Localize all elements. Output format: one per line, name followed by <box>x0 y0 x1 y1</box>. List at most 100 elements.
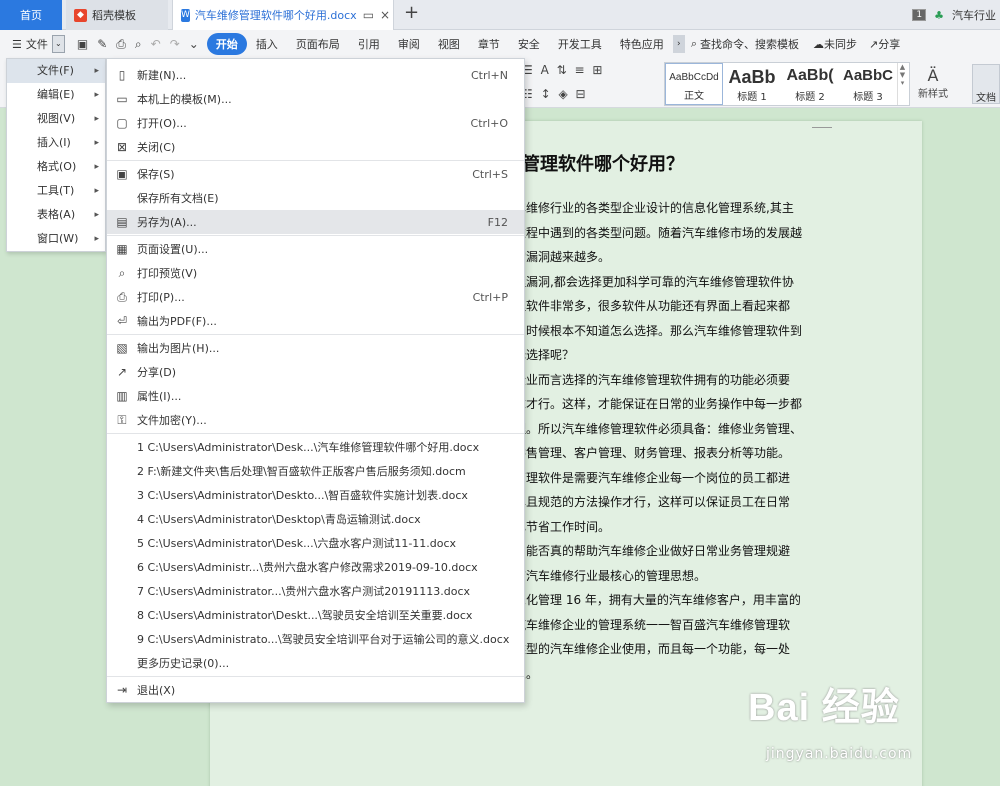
menu-item-shortcut: Ctrl+O <box>470 116 508 130</box>
file-menu-item[interactable]: ▤ 另存为(A)... F12 <box>107 210 524 234</box>
menu-item-label: 文件加密(Y)... <box>137 414 207 427</box>
recent-file-item[interactable]: 9 C:\Users\Administrato...\驾驶员安全培训平台对于运输… <box>107 627 524 651</box>
line-spacing-icon[interactable]: ↕ <box>541 87 553 101</box>
add-tab-button[interactable]: + <box>404 2 419 23</box>
document-line: 单且规范的方法操作才行，这样可以保证员工在日常 <box>514 495 791 509</box>
print-icon[interactable]: ⎙ <box>116 37 126 52</box>
menu-item-shortcut: Ctrl+P <box>472 290 508 304</box>
document-line: ，能否真的帮助汽车维修企业做好日常业务管理规避 <box>514 544 791 558</box>
recent-file-item[interactable]: 6 C:\Users\Administr...\贵州六盘水客户修改需求2019-… <box>107 555 524 579</box>
tab-insert[interactable]: 插入 <box>247 36 287 52</box>
print-preview-icon[interactable]: ⌕ <box>135 37 142 52</box>
window-count-badge[interactable]: 1 <box>912 9 927 21</box>
redo-icon[interactable]: ↷ <box>170 37 180 52</box>
recent-file-item[interactable]: 1 C:\Users\Administrator\Desk...\汽车维修管理软… <box>107 435 524 459</box>
table-border-icon[interactable]: ⊟ <box>576 87 588 101</box>
file-menu-item[interactable]: ⌕ 打印预览(V) <box>107 261 524 285</box>
save-icon[interactable]: ▣ <box>77 37 88 52</box>
document-line: 择选择呢？ <box>514 348 575 362</box>
style-sample: AaBbCcDd <box>669 72 719 83</box>
menu-item-label: 3 C:\Users\Administrator\Deskto...\智百盛软件… <box>137 489 468 502</box>
document-line: 企业而言选择的汽车维修管理软件拥有的功能必须要 <box>514 372 791 387</box>
border-icon[interactable]: ⊞ <box>592 63 604 77</box>
left-menu-item[interactable]: 工具(T) <box>7 179 105 203</box>
style-gallery: AaBbCcDd 正文 AaBb 标题 1 AaBb( 标题 2 AaBbC 标… <box>664 62 910 106</box>
file-menu-item[interactable]: ⚿ 文件加密(Y)... <box>107 408 524 432</box>
format-painter-icon[interactable]: ✎ <box>97 37 107 52</box>
recent-file-item[interactable]: 3 C:\Users\Administrator\Deskto...\智百盛软件… <box>107 483 524 507</box>
tab-sections[interactable]: 章节 <box>469 36 509 52</box>
style-heading-3[interactable]: AaBbC 标题 3 <box>839 63 897 105</box>
file-menu-item[interactable]: ▦ 页面设置(U)... <box>107 237 524 261</box>
recent-file-item[interactable]: 5 C:\Users\Administrator\Desk...\六盘水客户测试… <box>107 531 524 555</box>
style-label: 标题 2 <box>795 92 825 103</box>
style-heading-1[interactable]: AaBb 标题 1 <box>723 63 781 105</box>
more-icon[interactable]: ⌄ <box>189 37 199 52</box>
file-menu-item[interactable]: ▧ 输出为图片(H)... <box>107 336 524 360</box>
tab-developer[interactable]: 开发工具 <box>549 36 611 52</box>
menu-item-label: 输出为图片(H)... <box>137 342 220 355</box>
list-icon[interactable]: ≡ <box>575 63 587 77</box>
left-menu-item[interactable]: 编辑(E) <box>7 83 105 107</box>
chevron-down-icon[interactable]: ⌄ <box>51 35 65 53</box>
file-menu-item[interactable]: 保存所有文档(E) <box>107 186 524 210</box>
recent-file-item[interactable]: 4 C:\Users\Administrator\Desktop\青岛运输测试.… <box>107 507 524 531</box>
file-menu-item[interactable]: ▭ 本机上的模板(M)... <box>107 87 524 111</box>
undo-icon[interactable]: ↶ <box>151 37 161 52</box>
recent-file-item[interactable]: 8 C:\Users\Administrator\Deskt...\驾驶员安全培… <box>107 603 524 627</box>
tab-security[interactable]: 安全 <box>509 36 549 52</box>
tab-home[interactable]: 首页 <box>0 0 62 30</box>
user-icon[interactable]: ♣ <box>934 9 944 22</box>
doc-mode-button[interactable]: 文档 <box>972 64 1000 104</box>
left-menu-item[interactable]: 文件(F) <box>7 59 105 83</box>
share-button[interactable]: ↗分享 <box>869 36 900 52</box>
exit-menu-item[interactable]: ⇥ 退出(X) <box>107 678 524 702</box>
file-menu-item[interactable]: ▢ 打开(O)... Ctrl+O <box>107 111 524 135</box>
recent-file-item[interactable]: 2 F:\新建文件夹\售后处理\智百盛软件正版客户售后服务须知.docm <box>107 459 524 483</box>
tab-features[interactable]: 特色应用 <box>611 36 673 52</box>
account-label[interactable]: 汽车行业 <box>952 7 996 23</box>
tab-view[interactable]: 视图 <box>429 36 469 52</box>
left-menu-item[interactable]: 插入(I) <box>7 131 105 155</box>
text-effect-icon[interactable]: A <box>541 63 551 77</box>
style-normal[interactable]: AaBbCcDd 正文 <box>665 63 723 105</box>
menu-item-label: 打印(P)... <box>137 291 185 304</box>
screen-icon[interactable]: ▭ <box>363 8 374 22</box>
share-icon: ↗ <box>116 365 128 379</box>
left-menu-item[interactable]: 窗口(W) <box>7 227 105 251</box>
style-heading-2[interactable]: AaBb( 标题 2 <box>781 63 839 105</box>
tab-start[interactable]: 开始 <box>206 33 247 55</box>
left-menu-item[interactable]: 表格(A) <box>7 203 105 227</box>
sort-icon[interactable]: ⇅ <box>557 63 569 77</box>
shading-icon[interactable]: ◈ <box>558 87 569 101</box>
chevron-right-icon[interactable]: › <box>672 35 685 53</box>
search-icon: ⌕ <box>690 37 697 50</box>
tab-document-label: 汽车维修管理软件哪个好用.docx <box>194 9 357 22</box>
style-gallery-scroll[interactable]: ▲ ▼ ▾ <box>897 63 907 105</box>
menu-item-shortcut: Ctrl+S <box>472 167 508 181</box>
file-menu-item[interactable]: ▥ 属性(I)... <box>107 384 524 408</box>
sync-button[interactable]: ☁未同步 <box>813 36 857 52</box>
tab-template[interactable]: ◆ 稻壳模板 <box>66 0 168 30</box>
left-menu-item[interactable]: 视图(V) <box>7 107 105 131</box>
file-menu-item[interactable]: ⊠ 关闭(C) <box>107 135 524 159</box>
tab-page-layout[interactable]: 页面布局 <box>287 36 349 52</box>
command-search[interactable]: ⌕ 查找命令、搜索模板 <box>691 36 813 52</box>
menu-item-label: 属性(I)... <box>137 390 182 403</box>
file-menu-item[interactable]: ⏎ 输出为PDF(F)... <box>107 309 524 333</box>
more-history-item[interactable]: 更多历史记录(0)... <box>107 651 524 675</box>
file-menu-item[interactable]: ▣ 保存(S) Ctrl+S <box>107 162 524 186</box>
left-menu-item[interactable]: 格式(O) <box>7 155 105 179</box>
file-menu-button[interactable]: ☰ 文件 ⌄ <box>0 35 69 53</box>
document-body[interactable]: 车维修行业的各类型企业设计的信息化管理系统,其主 过程中遇到的各类型问题。随着汽车… <box>514 196 818 686</box>
tab-review[interactable]: 审阅 <box>389 36 429 52</box>
tab-document[interactable]: W 汽车维修管理软件哪个好用.docx ▭ × <box>172 0 394 30</box>
file-menu-item[interactable]: ↗ 分享(D) <box>107 360 524 384</box>
menu-item-shortcut: Ctrl+N <box>470 68 508 82</box>
close-icon[interactable]: × <box>380 8 390 22</box>
tab-references[interactable]: 引用 <box>349 36 389 52</box>
new-style-button[interactable]: Ä 新样式 <box>918 66 948 100</box>
recent-file-item[interactable]: 7 C:\Users\Administrator...\贵州六盘水客户测试201… <box>107 579 524 603</box>
file-menu-item[interactable]: ⎙ 打印(P)... Ctrl+P <box>107 285 524 309</box>
file-menu-item[interactable]: ▯ 新建(N)... Ctrl+N <box>107 63 524 87</box>
